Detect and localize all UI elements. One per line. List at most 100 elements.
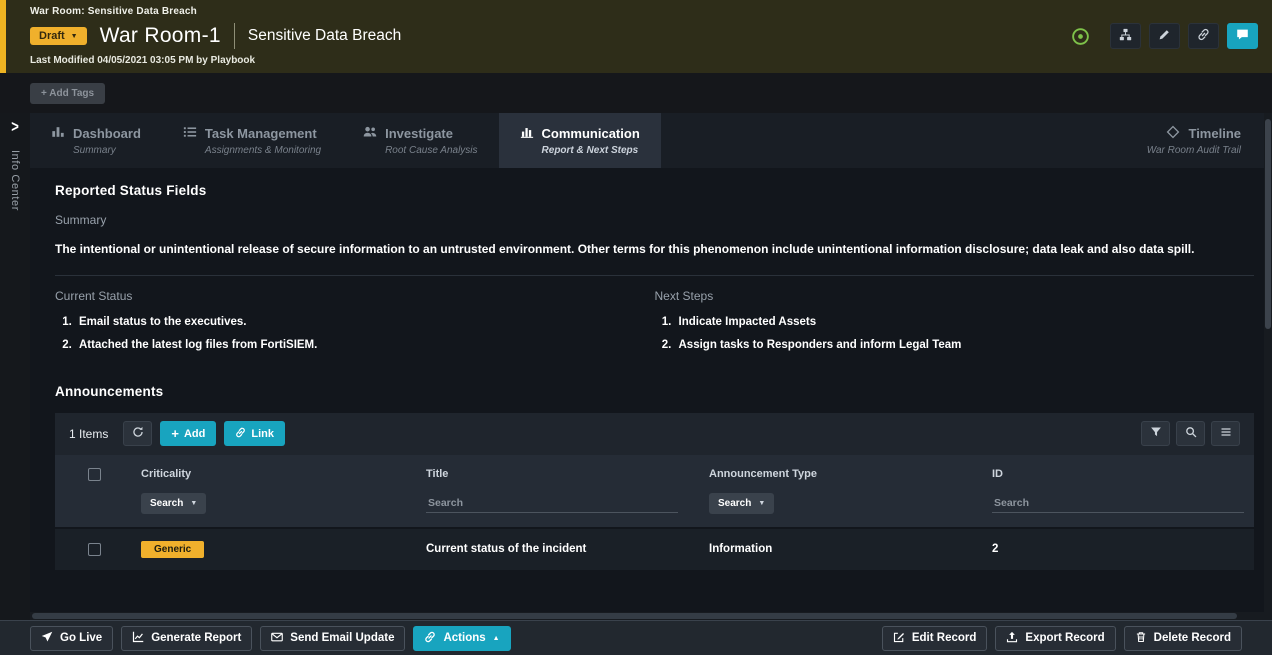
record-action-bar: Go Live Generate Report Send Email Updat… (0, 620, 1272, 655)
tab-label: Dashboard (73, 126, 141, 141)
link-icon (1197, 28, 1210, 44)
column-header-criticality: Criticality (133, 455, 418, 487)
filter-button[interactable] (1141, 421, 1170, 446)
tab-dashboard[interactable]: Dashboard Summary (30, 113, 162, 168)
caret-up-icon: ▲ (493, 635, 500, 642)
tab-task-management[interactable]: Task Management Assignments & Monitoring (162, 113, 342, 168)
status-badge-dropdown[interactable]: Draft ▼ (30, 27, 87, 45)
paper-plane-icon (41, 631, 53, 646)
list-item: Attached the latest log files from Forti… (75, 339, 655, 351)
link-icon (424, 631, 436, 646)
people-icon (363, 125, 377, 142)
type-filter-cell: Search ▼ (701, 487, 984, 527)
add-tags-button[interactable]: + Add Tags (30, 83, 105, 104)
items-count: 1 Items (69, 427, 108, 441)
export-record-button[interactable]: Export Record (995, 626, 1115, 651)
breadcrumb: War Room: Sensitive Data Breach (30, 6, 401, 17)
summary-text: The intentional or unintentional release… (55, 241, 1254, 258)
table-toolbar: 1 Items + Add Link (55, 413, 1254, 455)
current-status-list: Email status to the executives. Attached… (75, 316, 655, 351)
toolbar-right (1141, 421, 1240, 446)
horizontal-scrollbar-thumb[interactable] (32, 613, 1237, 619)
table-row[interactable]: Generic Current status of the incident I… (55, 527, 1254, 570)
next-steps-list: Indicate Impacted Assets Assign tasks to… (675, 316, 1255, 351)
list-item: Email status to the executives. (75, 316, 655, 328)
search-button[interactable] (1176, 421, 1205, 446)
id-filter-cell (984, 487, 1254, 527)
caret-down-icon: ▼ (758, 500, 765, 507)
next-steps-label: Next Steps (655, 289, 1255, 303)
link-button-label: Link (251, 428, 274, 440)
status-badge-label: Draft (39, 30, 65, 42)
list-item: Indicate Impacted Assets (675, 316, 1255, 328)
timeline-diamond-icon (1166, 125, 1180, 142)
info-center-label: Info Center (9, 150, 21, 211)
war-room-page: War Room: Sensitive Data Breach Draft ▼ … (0, 0, 1272, 655)
actions-menu-button[interactable]: Actions ▲ (413, 626, 510, 651)
column-settings-button[interactable] (1211, 421, 1240, 446)
delete-record-label: Delete Record (1154, 632, 1231, 644)
line-chart-icon (132, 631, 144, 646)
pencil-icon (1158, 28, 1171, 44)
war-room-tabs: Dashboard Summary Task Management Assign… (30, 113, 1272, 168)
go-live-button[interactable]: Go Live (30, 626, 113, 651)
edit-record-button[interactable]: Edit Record (882, 626, 988, 651)
add-button-label: Add (184, 428, 205, 440)
page-subtitle: Sensitive Data Breach (248, 27, 401, 45)
send-email-update-button[interactable]: Send Email Update (260, 626, 405, 651)
envelope-icon (271, 631, 283, 646)
tab-subtitle: War Room Audit Trail (1147, 145, 1241, 156)
type-filter-dropdown[interactable]: Search ▼ (709, 493, 774, 514)
generate-report-label: Generate Report (151, 632, 241, 644)
copy-link-button[interactable] (1188, 23, 1219, 49)
title-filter-input[interactable] (426, 494, 678, 513)
status-columns: Current Status Email status to the execu… (55, 289, 1254, 362)
sitemap-icon (1119, 28, 1132, 44)
vertical-scrollbar-thumb[interactable] (1265, 119, 1271, 329)
tab-investigate[interactable]: Investigate Root Cause Analysis (342, 113, 498, 168)
main-column: Dashboard Summary Task Management Assign… (30, 113, 1272, 620)
id-cell: 2 (984, 529, 1254, 570)
tab-subtitle: Report & Next Steps (520, 145, 640, 156)
title-cell: Current status of the incident (418, 529, 701, 570)
table-header-row: Criticality Title Announcement Type ID (55, 455, 1254, 487)
funnel-icon (1150, 426, 1162, 441)
expand-info-center-icon[interactable]: > (11, 117, 19, 136)
delete-record-button[interactable]: Delete Record (1124, 626, 1242, 651)
edit-record-label: Edit Record (912, 632, 977, 644)
tab-communication[interactable]: Communication Report & Next Steps (499, 113, 661, 168)
header-checkbox-cell (55, 455, 133, 487)
table-filter-row: Search ▼ Search ▼ (55, 487, 1254, 527)
caret-down-icon: ▼ (190, 500, 197, 507)
caret-down-icon: ▼ (71, 33, 78, 40)
announcements-heading: Announcements (55, 384, 1254, 399)
edit-square-icon (893, 631, 905, 646)
footer-right-group: Edit Record Export Record Delete Record (882, 626, 1242, 651)
tab-subtitle: Summary (51, 145, 141, 156)
link-announcement-button[interactable]: Link (224, 421, 285, 446)
row-checkbox[interactable] (88, 543, 101, 556)
war-room-status-icon (1070, 26, 1090, 46)
hamburger-icon (1220, 426, 1232, 441)
generate-report-button[interactable]: Generate Report (121, 626, 252, 651)
assign-members-button[interactable] (1110, 23, 1141, 49)
refresh-icon (132, 426, 144, 441)
next-steps-column: Next Steps Indicate Impacted Assets Assi… (655, 289, 1255, 362)
column-chart-icon (520, 125, 534, 142)
chat-bubble-icon (1236, 28, 1249, 44)
tab-label: Timeline (1188, 126, 1241, 141)
tab-label: Task Management (205, 126, 317, 141)
edit-war-room-button[interactable] (1149, 23, 1180, 49)
title-row: Draft ▼ War Room-1 Sensitive Data Breach (30, 23, 401, 49)
id-filter-input[interactable] (992, 494, 1244, 513)
criticality-filter-dropdown[interactable]: Search ▼ (141, 493, 206, 514)
comments-panel-button[interactable] (1227, 23, 1258, 49)
add-announcement-button[interactable]: + Add (160, 421, 216, 446)
tab-subtitle: Root Cause Analysis (363, 145, 477, 156)
send-email-update-label: Send Email Update (290, 632, 394, 644)
select-all-checkbox[interactable] (88, 468, 101, 481)
refresh-button[interactable] (123, 421, 152, 446)
tab-timeline[interactable]: Timeline War Room Audit Trail (1126, 113, 1262, 168)
war-room-header: War Room: Sensitive Data Breach Draft ▼ … (0, 0, 1272, 73)
column-header-type: Announcement Type (701, 455, 984, 487)
